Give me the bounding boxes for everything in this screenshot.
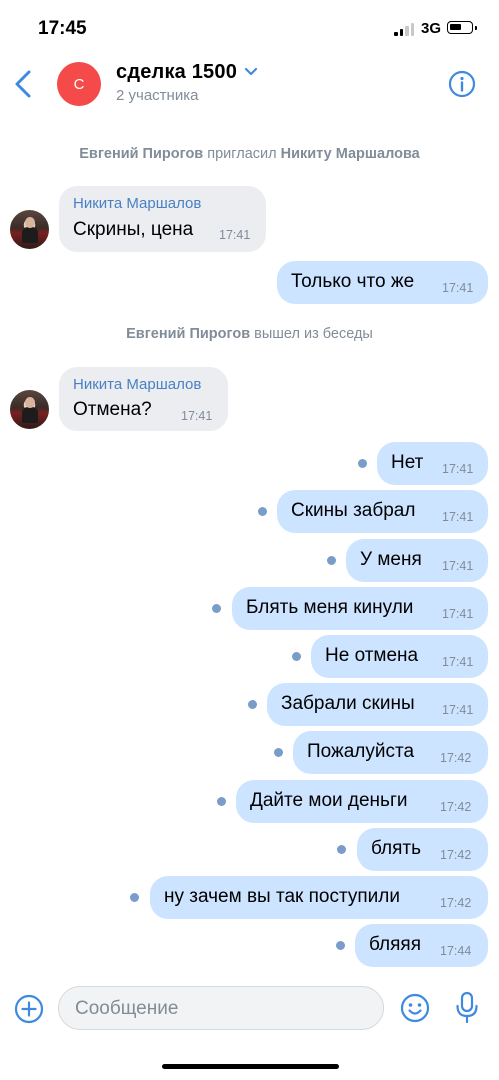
chat-members-count[interactable]: 2 участника bbox=[116, 87, 198, 104]
unread-dot bbox=[248, 700, 257, 709]
chat-title[interactable]: сделка 1500 bbox=[116, 61, 237, 84]
message-bubble-outgoing[interactable]: Забрали скины 17:41 bbox=[267, 683, 488, 726]
message-time: 17:42 bbox=[440, 896, 472, 910]
status-bar: 17:45 3G bbox=[0, 0, 499, 56]
system-event: Евгений Пирогов вышел из беседы bbox=[0, 326, 499, 342]
message-bubble-outgoing[interactable]: Не отмена 17:41 bbox=[311, 635, 488, 678]
message-bubble-outgoing[interactable]: Нет 17:41 bbox=[377, 442, 488, 485]
message-bubble-outgoing[interactable]: Дайте мои деньги 17:42 bbox=[236, 780, 488, 823]
message-time: 17:41 bbox=[442, 462, 474, 476]
message-time: 17:41 bbox=[442, 559, 474, 573]
message-text: Пожалуйста bbox=[307, 741, 415, 762]
sender-name[interactable]: Никита Маршалов bbox=[73, 376, 201, 393]
message-bubble-outgoing[interactable]: бляяя 17:44 bbox=[355, 924, 488, 967]
message-time: 17:42 bbox=[440, 751, 472, 765]
chevron-down-icon[interactable] bbox=[244, 67, 258, 77]
message-time: 17:41 bbox=[442, 703, 474, 717]
event-text: вышел из беседы bbox=[254, 326, 373, 342]
message-text: Нет bbox=[391, 452, 424, 473]
message-text: Отмена? bbox=[73, 399, 152, 420]
unread-dot bbox=[258, 507, 267, 516]
message-bubble-incoming[interactable]: Никита Маршалов Отмена? 17:41 bbox=[59, 367, 228, 431]
event-actor[interactable]: Евгений Пирогов bbox=[79, 146, 203, 162]
message-time: 17:41 bbox=[442, 510, 474, 524]
event-text: пригласил bbox=[207, 146, 277, 162]
message-text: Забрали скины bbox=[281, 693, 415, 714]
message-text: ну зачем вы так поступили bbox=[164, 886, 400, 907]
unread-dot bbox=[274, 748, 283, 757]
message-bubble-outgoing[interactable]: Скины забрал 17:41 bbox=[277, 490, 488, 533]
unread-dot bbox=[130, 893, 139, 902]
sender-name[interactable]: Никита Маршалов bbox=[73, 195, 201, 212]
message-time: 17:42 bbox=[440, 800, 472, 814]
chat-header: С сделка 1500 2 участника bbox=[0, 56, 499, 116]
message-text: бляяя bbox=[369, 934, 421, 955]
info-icon[interactable] bbox=[448, 70, 476, 98]
unread-dot bbox=[327, 556, 336, 565]
home-indicator[interactable] bbox=[162, 1064, 339, 1069]
smile-icon[interactable] bbox=[400, 993, 430, 1023]
unread-dot bbox=[217, 797, 226, 806]
message-text: Только что же bbox=[291, 271, 415, 292]
message-field[interactable] bbox=[58, 986, 384, 1030]
message-time: 17:42 bbox=[440, 848, 472, 862]
message-bubble-outgoing[interactable]: Блять меня кинули 17:41 bbox=[232, 587, 488, 630]
message-bubble-outgoing[interactable]: У меня 17:41 bbox=[346, 539, 488, 582]
message-bubble-outgoing[interactable]: Пожалуйста 17:42 bbox=[293, 731, 488, 774]
message-bubble-outgoing[interactable]: блять 17:42 bbox=[357, 828, 488, 871]
message-input[interactable] bbox=[73, 996, 367, 1022]
message-composer bbox=[0, 985, 499, 1035]
message-text: Скины забрал bbox=[291, 500, 416, 521]
message-time: 17:41 bbox=[442, 655, 474, 669]
message-text: Не отмена bbox=[325, 645, 419, 666]
message-bubble-incoming[interactable]: Никита Маршалов Скрины, цена 17:41 bbox=[59, 186, 266, 252]
microphone-icon[interactable] bbox=[454, 991, 480, 1025]
avatar[interactable] bbox=[10, 390, 49, 429]
signal-icon bbox=[394, 22, 416, 36]
battery-icon bbox=[447, 21, 477, 34]
message-time: 17:44 bbox=[440, 944, 472, 958]
unread-dot bbox=[337, 845, 346, 854]
avatar[interactable] bbox=[10, 210, 49, 249]
unread-dot bbox=[358, 459, 367, 468]
status-time: 17:45 bbox=[38, 18, 87, 39]
message-time: 17:41 bbox=[181, 409, 213, 423]
plus-circle-icon[interactable] bbox=[14, 994, 44, 1024]
unread-dot bbox=[292, 652, 301, 661]
message-time: 17:41 bbox=[442, 281, 474, 295]
message-text: Дайте мои деньги bbox=[250, 790, 408, 811]
unread-dot bbox=[336, 941, 345, 950]
message-bubble-outgoing[interactable]: Только что же 17:41 bbox=[277, 261, 488, 304]
message-text: У меня bbox=[360, 549, 422, 570]
event-actor[interactable]: Евгений Пирогов bbox=[126, 326, 250, 342]
message-text: Скрины, цена bbox=[73, 219, 194, 240]
network-type: 3G bbox=[421, 20, 442, 37]
back-button[interactable] bbox=[10, 66, 40, 102]
message-time: 17:41 bbox=[219, 228, 251, 242]
message-text: Блять меня кинули bbox=[246, 597, 414, 618]
message-time: 17:41 bbox=[442, 607, 474, 621]
chat-avatar[interactable]: С bbox=[57, 62, 101, 106]
message-bubble-outgoing[interactable]: ну зачем вы так поступили 17:42 bbox=[150, 876, 488, 919]
event-target[interactable]: Никиту Маршалова bbox=[281, 146, 420, 162]
message-text: блять bbox=[371, 838, 422, 859]
unread-dot bbox=[212, 604, 221, 613]
system-event: Евгений Пирогов пригласил Никиту Маршало… bbox=[0, 146, 499, 162]
